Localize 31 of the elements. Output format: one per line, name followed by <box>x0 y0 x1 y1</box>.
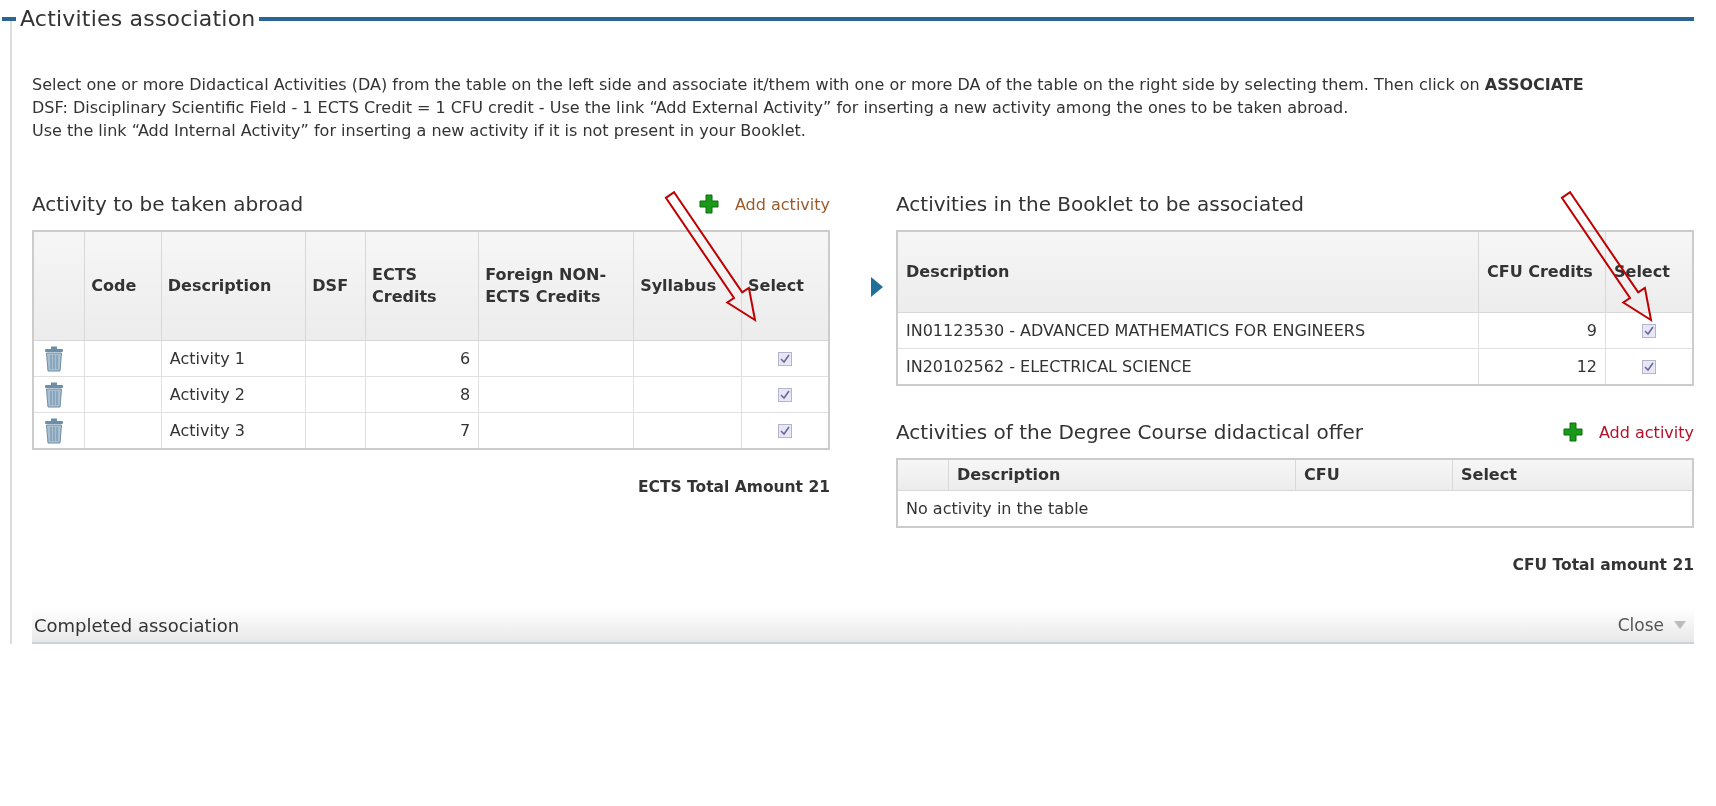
instruction-text: Select one or more Didactical Activities (DA) from the table on the left side and associate it/them with one or more DA of the table on the right side by selecting them. Then click on ASSOCIATE <box>32 74 1585 96</box>
header-cell: Foreign NON-ECTS Credits <box>478 231 634 341</box>
section-title: Activities association <box>20 6 256 31</box>
instruction-text: DSF: Disciplinary Scientific Field - 1 ECTS Credit = 1 CFU credit - Use the link “Add External Activity” for inserting a new activity among the ones to be taken abroad. <box>32 97 1350 119</box>
header-cell: Description <box>897 231 1479 313</box>
header-cell: Description <box>161 231 306 341</box>
table-cell: Activity 2 <box>161 376 306 413</box>
table-cell: 6 <box>365 340 479 377</box>
panel-title: Activity to be taken abroad <box>32 192 304 216</box>
add-activity-link[interactable]: Add activity <box>698 194 830 214</box>
table-cell: Activity 1 <box>161 340 306 377</box>
header-cell: CFU Credits <box>1478 231 1606 313</box>
add-activity-link[interactable]: Add activity <box>1562 422 1694 442</box>
header-cell: Description <box>948 459 1296 491</box>
header-cell: DSF <box>305 231 366 341</box>
close-button[interactable]: Close <box>1617 615 1686 635</box>
table-cell: IN01123530 - ADVANCED MATHEMATICS FOR ENGINEERS <box>897 312 1479 349</box>
section-title: Completed association <box>34 614 240 636</box>
table-cell: 9 <box>1478 312 1606 349</box>
table-cell: 8 <box>365 376 479 413</box>
instruction-text: Use the link “Add Internal Activity” for inserting a new activity if it is not present in your Booklet. <box>32 120 807 142</box>
total-text: CFU Total amount 21 <box>1511 556 1694 574</box>
panel-title: Activities of the Degree Course didactical offer <box>896 420 1364 444</box>
header-cell: Code <box>84 231 162 341</box>
header-cell: ECTS Credits <box>365 231 479 341</box>
header-cell: CFU <box>1295 459 1453 491</box>
total-text: ECTS Total Amount 21 <box>636 478 830 496</box>
header-cell: Syllabus <box>633 231 742 341</box>
panel-title: Activities in the Booklet to be associated <box>896 192 1304 216</box>
header-cell: Select <box>741 231 829 341</box>
header-cell: Select <box>1452 459 1693 491</box>
